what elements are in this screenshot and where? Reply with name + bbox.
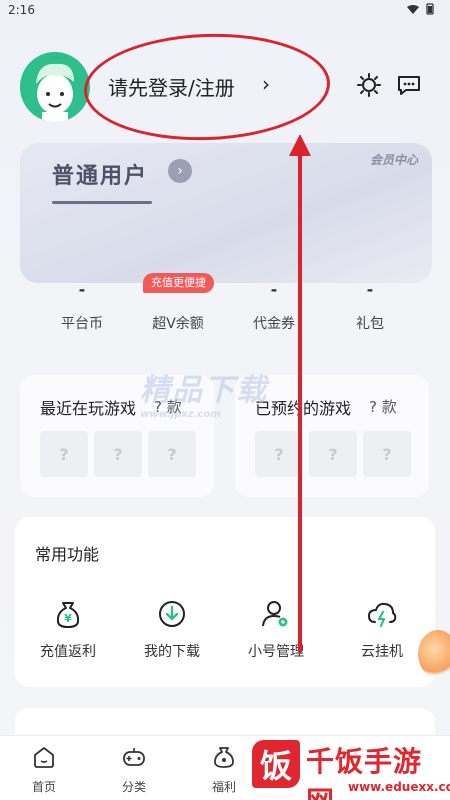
vip-arrow-icon[interactable]: › [168, 159, 192, 183]
game-slot[interactable]: ? [148, 431, 196, 477]
stats-row: - 平台币 - 超V余额 - 代金券 - 礼包 [20, 280, 432, 350]
message-icon[interactable] [396, 72, 422, 98]
stat-value: - [366, 280, 374, 299]
download-icon [155, 597, 189, 631]
cartoon-avatar-icon [36, 63, 74, 122]
func-label: 我的下载 [144, 644, 200, 660]
game-slot[interactable]: ? [40, 431, 88, 477]
recent-games-title: 最近在玩游戏 [40, 399, 137, 418]
nav-home[interactable]: 首页 [14, 744, 74, 795]
stat-value: - [270, 280, 278, 299]
battery-icon [426, 3, 434, 15]
watermark-text: 精品下载 [140, 373, 268, 408]
nav-category[interactable]: 分类 [104, 744, 164, 795]
cloud-icon [365, 597, 399, 631]
stat-platform-coin[interactable]: - 平台币 [32, 280, 132, 333]
func-sub-account[interactable]: 小号管理 [231, 597, 321, 661]
common-functions-card: 常用功能 ¥ 充值返利 我的下载 小号管理 云挂机 [15, 517, 435, 687]
brand-watermark: 饭 千饭手游网 www.eduexx.com [250, 738, 450, 800]
brand-url: www.eduexx.com [348, 780, 450, 794]
settings-icon[interactable] [356, 72, 382, 98]
stat-label: 代金券 [253, 316, 295, 332]
money-bag-icon: ¥ [51, 597, 85, 631]
func-cloud-hosting[interactable]: 云挂机 [337, 597, 427, 661]
svg-text:¥: ¥ [64, 612, 72, 625]
game-slot[interactable]: ? [363, 431, 411, 477]
avatar[interactable] [20, 52, 90, 122]
annotation-arrow-head [289, 134, 311, 156]
wifi-icon [406, 5, 419, 14]
stat-voucher[interactable]: - 代金券 [224, 280, 324, 333]
highlight-oval [82, 29, 332, 145]
brand-logo: 饭 [252, 740, 300, 788]
gamepad-icon [121, 744, 147, 770]
watermark: 精品下载 www.jpxz.com [140, 365, 268, 420]
common-functions-title: 常用功能 [35, 545, 100, 564]
watermark-sub: www.jpxz.com [140, 409, 221, 420]
stat-label: 平台币 [61, 316, 103, 332]
status-icons [406, 3, 435, 18]
game-slot[interactable]: ? [309, 431, 357, 477]
stat-label: 超V余额 [152, 316, 204, 332]
func-label: 云挂机 [361, 644, 403, 660]
annotation-arrow-line [298, 148, 302, 653]
game-slot[interactable]: ? [94, 431, 142, 477]
bag-icon [211, 744, 237, 770]
reserved-games-slots: ? ? ? [255, 431, 411, 477]
floating-promo-icon[interactable] [418, 630, 450, 678]
reserved-games-title: 已预约的游戏 [255, 399, 352, 418]
func-recharge-rebate[interactable]: ¥ 充值返利 [23, 597, 113, 661]
func-label: 充值返利 [40, 644, 96, 660]
stat-gift-pack[interactable]: - 礼包 [320, 280, 420, 333]
user-settings-icon [259, 597, 293, 631]
status-time: 2:16 [8, 3, 35, 17]
status-bar: 2:16 [0, 0, 450, 22]
nav-welfare[interactable]: 福利 [194, 744, 254, 795]
nav-label: 福利 [211, 780, 236, 794]
member-center-link[interactable]: 会员中心 [370, 151, 418, 168]
stat-label: 礼包 [356, 316, 384, 332]
nav-label: 分类 [121, 780, 146, 794]
vip-level-title: 普通用户 [52, 164, 149, 189]
nav-label: 首页 [31, 780, 56, 794]
reserved-games-count: ? 款 [369, 398, 397, 416]
recent-games-slots: ? ? ? [40, 431, 196, 477]
home-icon [31, 744, 57, 770]
stat-value: - [78, 280, 86, 299]
recharge-promo-tag: 充值更便捷 [143, 273, 214, 293]
game-slot[interactable]: ? [255, 431, 303, 477]
func-label: 小号管理 [248, 644, 304, 660]
vip-title-underline [52, 201, 152, 204]
func-my-downloads[interactable]: 我的下载 [127, 597, 217, 661]
